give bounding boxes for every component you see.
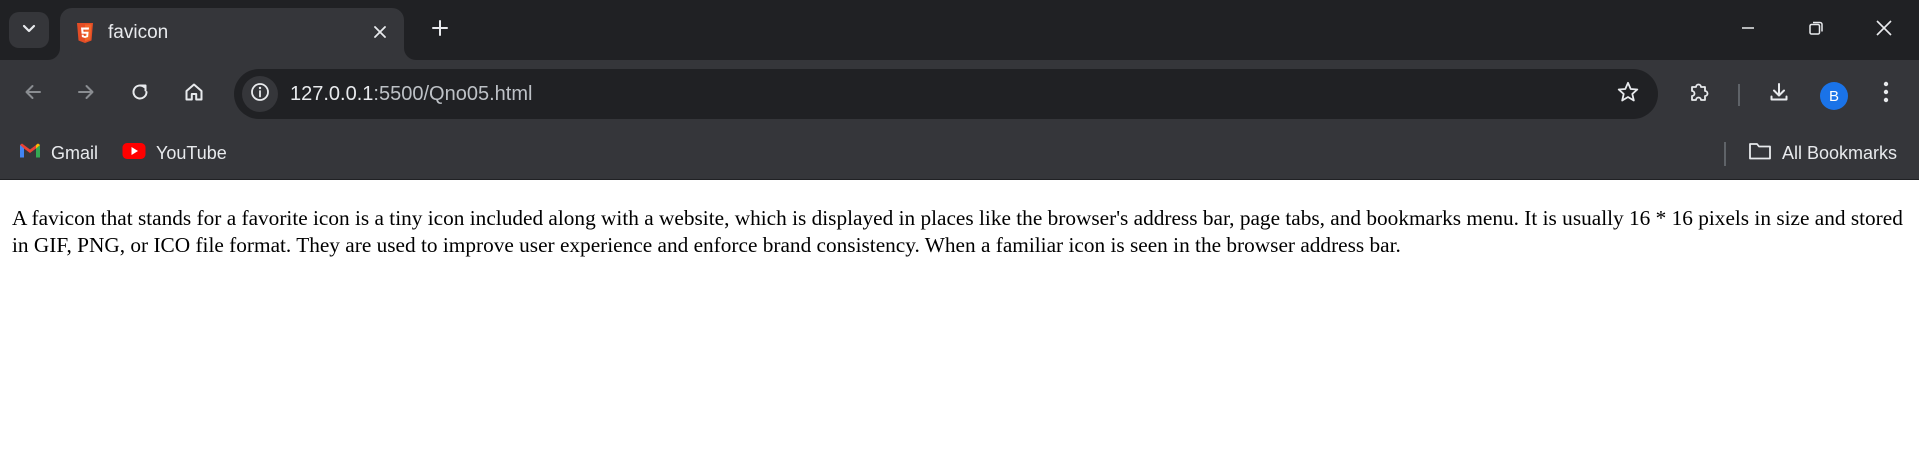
minimize-icon <box>1740 20 1756 41</box>
puzzle-icon <box>1687 80 1711 109</box>
folder-icon <box>1748 141 1772 166</box>
back-button[interactable] <box>13 74 53 114</box>
site-info-button[interactable] <box>242 76 278 112</box>
page-content: A favicon that stands for a favorite ico… <box>0 181 1919 470</box>
url-text[interactable]: 127.0.0.1:5500/Qno05.html <box>290 81 532 107</box>
arrow-right-icon <box>76 82 96 107</box>
chevron-down-icon <box>21 20 37 41</box>
restore-icon <box>1808 20 1824 41</box>
tab-title: favicon <box>108 22 169 43</box>
close-tab-button[interactable] <box>366 20 394 48</box>
profile-avatar[interactable]: B <box>1820 82 1848 110</box>
arrow-left-icon <box>23 82 43 107</box>
gmail-icon <box>19 142 41 164</box>
html5-icon <box>76 22 94 44</box>
info-icon <box>250 82 270 107</box>
plus-icon <box>431 19 449 42</box>
tab-strip: favicon <box>0 0 1919 60</box>
new-tab-button[interactable] <box>424 12 456 48</box>
home-button[interactable] <box>174 74 214 114</box>
bookmark-gmail[interactable]: Gmail <box>19 138 98 168</box>
downloads-button[interactable] <box>1759 74 1799 114</box>
bookmark-star-button[interactable] <box>1612 78 1644 110</box>
tab-active[interactable]: favicon <box>60 8 404 60</box>
home-icon <box>183 81 205 108</box>
favicon-paragraph: A favicon that stands for a favorite ico… <box>12 206 1903 257</box>
bookmark-label: Gmail <box>51 142 99 163</box>
toolbar: 127.0.0.1:5500/Qno05.html B <box>0 60 1919 128</box>
minimize-button[interactable] <box>1714 0 1782 60</box>
menu-button[interactable] <box>1866 74 1906 114</box>
address-bar[interactable]: 127.0.0.1:5500/Qno05.html <box>234 69 1658 119</box>
all-bookmarks-button[interactable]: All Bookmarks <box>1748 138 1897 168</box>
star-icon <box>1616 80 1640 109</box>
url-host: 127.0.0.1 <box>290 83 374 105</box>
extensions-button[interactable] <box>1679 74 1719 114</box>
youtube-icon <box>122 142 146 165</box>
bookmarks-bar: Gmail YouTube All Bookmarks <box>0 128 1919 180</box>
forward-button[interactable] <box>66 74 106 114</box>
url-path: :5500/Qno05.html <box>373 83 533 105</box>
all-bookmarks-label: All Bookmarks <box>1782 142 1898 163</box>
close-icon <box>373 25 387 44</box>
restore-button[interactable] <box>1782 0 1850 60</box>
kebab-menu-icon <box>1883 81 1889 108</box>
bookmark-label: YouTube <box>156 142 227 163</box>
tab-search-button[interactable] <box>9 12 49 48</box>
close-icon <box>1875 19 1893 42</box>
reload-icon <box>129 81 151 108</box>
toolbar-divider <box>1738 84 1740 106</box>
reload-button[interactable] <box>120 74 160 114</box>
download-icon <box>1767 80 1791 109</box>
bookmark-youtube[interactable]: YouTube <box>122 138 227 168</box>
bookmarks-divider <box>1724 142 1726 166</box>
close-window-button[interactable] <box>1850 0 1918 60</box>
